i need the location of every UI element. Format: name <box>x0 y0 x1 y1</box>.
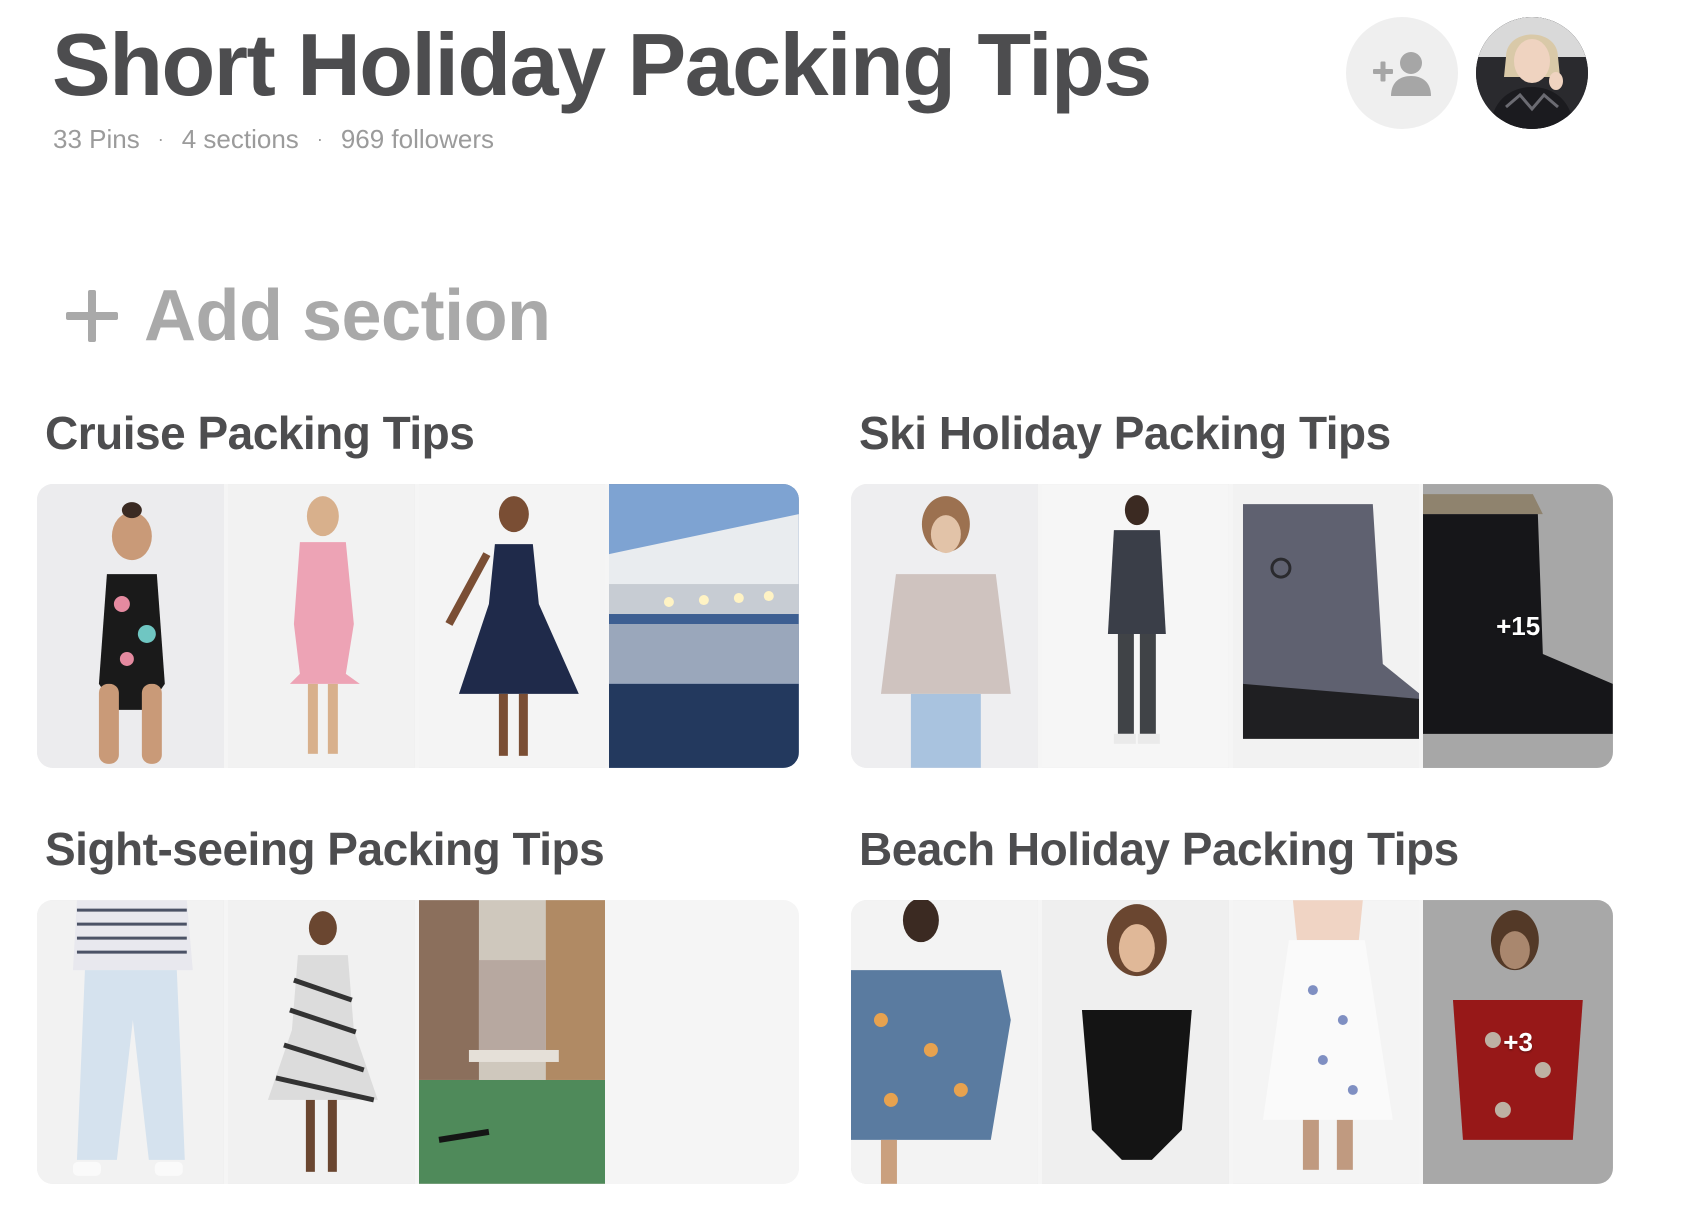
add-section-label: Add section <box>144 276 551 356</box>
more-pins-count: +3 <box>1503 1026 1533 1057</box>
more-pins-count: +15 <box>1496 610 1541 641</box>
section-thumbnail-grid[interactable] <box>37 484 799 768</box>
add-person-icon <box>1373 52 1431 96</box>
pin-thumbnail[interactable] <box>1232 484 1420 768</box>
section-title: Sight-seeing Packing Tips <box>45 823 605 875</box>
profile-avatar <box>1476 17 1588 129</box>
pin-thumbnail[interactable] <box>37 900 224 1184</box>
pin-thumbnail[interactable]: +3 <box>1423 900 1613 1184</box>
pin-thumbnail[interactable] <box>1041 484 1229 768</box>
board-title: Short Holiday Packing Tips <box>52 15 1152 114</box>
meta-separator: · <box>316 129 323 149</box>
pin-thumbnail[interactable] <box>851 484 1038 768</box>
section-title: Ski Holiday Packing Tips <box>859 407 1391 459</box>
more-pins-overlay: +15 <box>1423 484 1613 768</box>
section-title: Beach Holiday Packing Tips <box>859 823 1459 875</box>
section-thumbnail-grid[interactable] <box>37 900 799 1184</box>
pin-thumbnail[interactable] <box>418 900 606 1184</box>
pin-thumbnail[interactable] <box>227 484 415 768</box>
section-title: Cruise Packing Tips <box>45 407 475 459</box>
add-collaborator-button[interactable] <box>1346 17 1458 129</box>
board-meta: 33 Pins · 4 sections · 969 followers <box>53 124 494 155</box>
more-pins-overlay: +3 <box>1423 900 1613 1184</box>
pin-thumbnail[interactable] <box>37 484 224 768</box>
pin-count[interactable]: 33 Pins <box>53 124 140 155</box>
section-beach-holiday[interactable]: Beach Holiday Packing Tips +3 <box>851 820 1613 1184</box>
pin-thumbnail[interactable] <box>1232 900 1420 1184</box>
plus-icon <box>66 290 118 342</box>
section-cruise[interactable]: Cruise Packing Tips <box>37 404 799 768</box>
pin-thumbnail[interactable] <box>1041 900 1229 1184</box>
section-thumbnail-grid[interactable]: +15 <box>851 484 1613 768</box>
pin-thumbnail[interactable] <box>851 900 1038 1184</box>
pin-thumbnail-placeholder <box>609 900 799 1184</box>
section-thumbnail-grid[interactable]: +3 <box>851 900 1613 1184</box>
pin-thumbnail[interactable] <box>227 900 415 1184</box>
section-ski-holiday[interactable]: Ski Holiday Packing Tips +15 <box>851 404 1613 768</box>
pin-thumbnail[interactable] <box>418 484 606 768</box>
pin-thumbnail[interactable] <box>609 484 799 768</box>
section-count: 4 sections <box>181 124 299 154</box>
meta-separator: · <box>157 129 164 149</box>
add-section-button[interactable]: Add section <box>66 276 551 356</box>
section-sight-seeing[interactable]: Sight-seeing Packing Tips <box>37 820 799 1184</box>
follower-count[interactable]: 969 followers <box>341 124 494 155</box>
board-page: Short Holiday Packing Tips 33 Pins · 4 s… <box>0 0 1700 1214</box>
pin-thumbnail[interactable]: +15 <box>1423 484 1613 768</box>
owner-avatar[interactable] <box>1476 17 1588 129</box>
